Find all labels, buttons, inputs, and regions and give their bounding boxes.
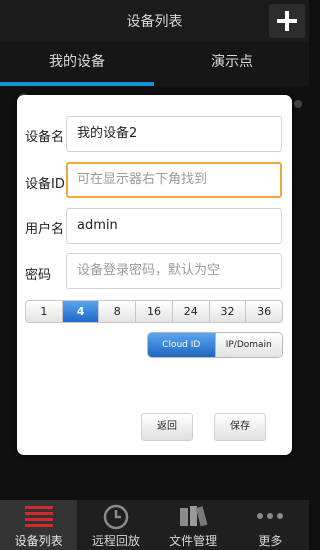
- add-device-button[interactable]: [269, 4, 305, 38]
- channel-option-selected[interactable]: 4: [62, 301, 100, 322]
- password-label: 密码: [25, 268, 52, 283]
- save-button[interactable]: 保存: [214, 413, 266, 441]
- clock-icon: [103, 504, 129, 530]
- device-id-field[interactable]: 可在显示器右下角找到: [66, 162, 282, 198]
- nav-remote-playback[interactable]: 远程回放: [77, 500, 154, 550]
- channel-option[interactable]: 36: [246, 301, 282, 322]
- bottom-navigation: 设备列表 远程回放 文件管理 更多: [0, 500, 309, 550]
- add-device-dialog: 设备名 我的设备2 设备ID 可在显示器右下角找到 用户名 admin 密码 设…: [17, 95, 292, 455]
- page-title: 设备列表: [126, 14, 183, 30]
- list-icon: [24, 506, 53, 527]
- device-id-label: 设备ID: [25, 177, 65, 192]
- gear-icon: [294, 100, 302, 108]
- back-button[interactable]: 返回: [141, 413, 193, 441]
- more-icon: [257, 513, 284, 519]
- nav-more[interactable]: 更多: [232, 500, 309, 550]
- channel-option[interactable]: 32: [210, 301, 247, 322]
- tab-bar: 我的设备 演示点: [0, 42, 309, 86]
- nav-file-manager[interactable]: 文件管理: [155, 500, 232, 550]
- nav-label: 远程回放: [91, 534, 140, 548]
- nav-label: 文件管理: [169, 534, 218, 548]
- nav-label: 设备列表: [14, 534, 63, 548]
- title-bar: 设备列表: [0, 0, 309, 42]
- channel-count-selector: 1 4 8 16 24 32 36: [25, 300, 283, 323]
- device-name-label: 设备名: [25, 130, 65, 145]
- channel-option[interactable]: 8: [99, 301, 137, 322]
- mode-cloud-id[interactable]: Cloud ID: [148, 333, 215, 357]
- channel-option[interactable]: 16: [136, 301, 173, 322]
- tab-my-devices[interactable]: 我的设备: [0, 42, 154, 86]
- channel-option[interactable]: 1: [26, 301, 63, 322]
- nav-device-list[interactable]: 设备列表: [0, 500, 78, 550]
- plus-icon: [277, 11, 297, 31]
- connection-mode-toggle: Cloud ID IP/Domain: [147, 332, 283, 358]
- username-label: 用户名: [25, 222, 65, 237]
- password-field[interactable]: 设备登录密码，默认为空: [66, 253, 282, 289]
- mode-ip-domain[interactable]: IP/Domain: [214, 333, 282, 357]
- device-name-field[interactable]: 我的设备2: [66, 116, 282, 152]
- nav-label: 更多: [258, 534, 283, 548]
- username-field[interactable]: admin: [66, 208, 282, 244]
- files-icon: [180, 506, 208, 527]
- channel-option[interactable]: 24: [173, 301, 210, 322]
- tab-demo-points[interactable]: 演示点: [155, 42, 309, 86]
